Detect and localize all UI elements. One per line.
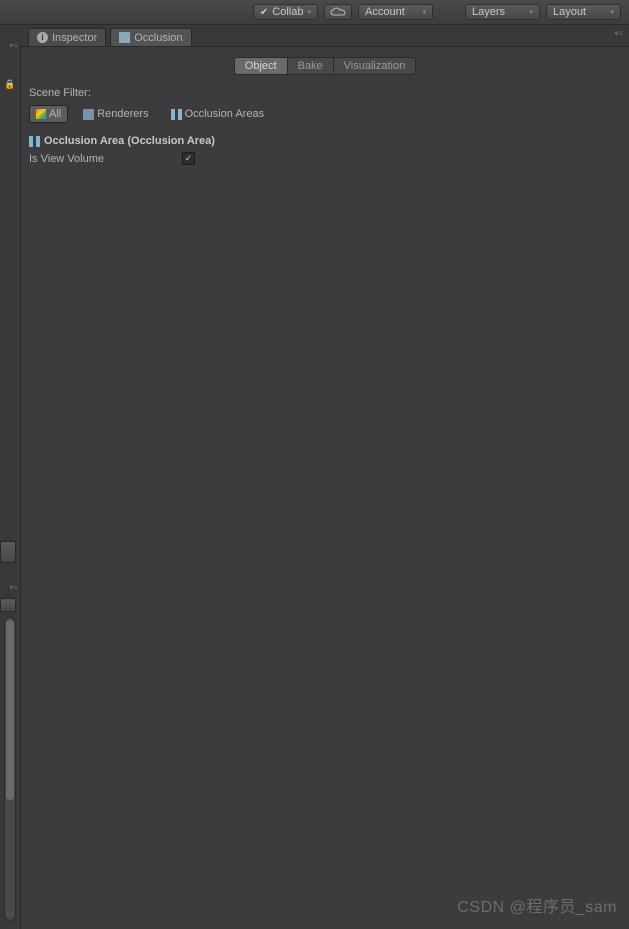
- filter-all[interactable]: All: [29, 105, 68, 123]
- component-header[interactable]: Occlusion Area (Occlusion Area): [21, 133, 629, 149]
- watermark: CSDN @程序员_sam: [457, 893, 617, 917]
- is-view-volume-checkbox[interactable]: ✓: [182, 152, 195, 165]
- tab-occlusion-label: Occlusion: [134, 32, 182, 44]
- sub-tab-object[interactable]: Object: [234, 57, 288, 75]
- panel-menu-icon[interactable]: ▾≡: [9, 41, 18, 50]
- tab-inspector-label: Inspector: [52, 32, 97, 44]
- scene-filter-label: Scene Filter:: [21, 85, 629, 103]
- sub-tab-bake[interactable]: Bake: [288, 57, 334, 75]
- collab-label: Collab: [272, 6, 303, 18]
- account-label: Account: [365, 6, 405, 18]
- info-icon: i: [37, 32, 48, 43]
- cube-icon: [36, 109, 46, 119]
- sub-tab-visualization[interactable]: Visualization: [334, 57, 417, 75]
- check-icon: ✔: [260, 7, 268, 18]
- occlusion-panel: Object Bake Visualization Scene Filter: …: [20, 47, 629, 929]
- chevron-down-icon: ▾: [422, 8, 426, 16]
- scene-filter-row: All Renderers Occlusion Areas: [21, 103, 629, 133]
- collab-dropdown[interactable]: ✔ Collab ▾: [253, 4, 318, 20]
- occlusion-area-icon: [171, 109, 182, 120]
- layout-label: Layout: [553, 6, 586, 18]
- panel-tab-bar: i Inspector Occlusion ▾≡: [20, 25, 629, 47]
- tab-inspector[interactable]: i Inspector: [28, 28, 106, 46]
- tab-occlusion[interactable]: Occlusion: [110, 28, 191, 46]
- chevron-down-icon: ▾: [610, 8, 614, 16]
- chevron-down-icon: ▾: [529, 8, 533, 16]
- filter-renderers-label: Renderers: [97, 108, 148, 120]
- is-view-volume-label: Is View Volume: [29, 153, 174, 165]
- renderer-icon: [83, 109, 94, 120]
- lock-icon[interactable]: 🔒: [4, 79, 15, 90]
- filter-renderers[interactable]: Renderers: [76, 105, 155, 123]
- top-toolbar: ✔ Collab ▾ Account ▾ Layers ▾ Layout ▾: [0, 0, 629, 25]
- panel-menu-icon-2[interactable]: ▾≡: [9, 583, 18, 592]
- panel-menu-icon-3[interactable]: ▾≡: [614, 29, 623, 38]
- cloud-icon: [330, 7, 346, 17]
- filter-occlusion-areas[interactable]: Occlusion Areas: [164, 105, 271, 123]
- layout-dropdown[interactable]: Layout ▾: [546, 4, 621, 20]
- layers-dropdown[interactable]: Layers ▾: [465, 4, 540, 20]
- account-dropdown[interactable]: Account ▾: [358, 4, 433, 20]
- side-control-1[interactable]: [0, 541, 16, 563]
- left-scrollbar[interactable]: [4, 617, 16, 921]
- left-scrollbar-thumb[interactable]: [6, 620, 14, 800]
- chevron-down-icon: ▾: [307, 8, 311, 16]
- occlusion-area-icon: [29, 136, 40, 147]
- sub-tab-bar: Object Bake Visualization: [21, 51, 629, 85]
- occlusion-icon: [119, 32, 130, 43]
- layers-label: Layers: [472, 6, 505, 18]
- cloud-button[interactable]: [324, 4, 352, 20]
- left-gutter: ▾≡ 🔒 ▾≡: [0, 25, 20, 929]
- filter-occlusion-areas-label: Occlusion Areas: [185, 108, 264, 120]
- filter-all-label: All: [49, 108, 61, 120]
- is-view-volume-row: Is View Volume ✓: [21, 149, 629, 168]
- side-control-2[interactable]: [0, 598, 16, 612]
- main-area: i Inspector Occlusion ▾≡ Object Bake Vis…: [20, 25, 629, 929]
- component-title: Occlusion Area (Occlusion Area): [44, 135, 215, 147]
